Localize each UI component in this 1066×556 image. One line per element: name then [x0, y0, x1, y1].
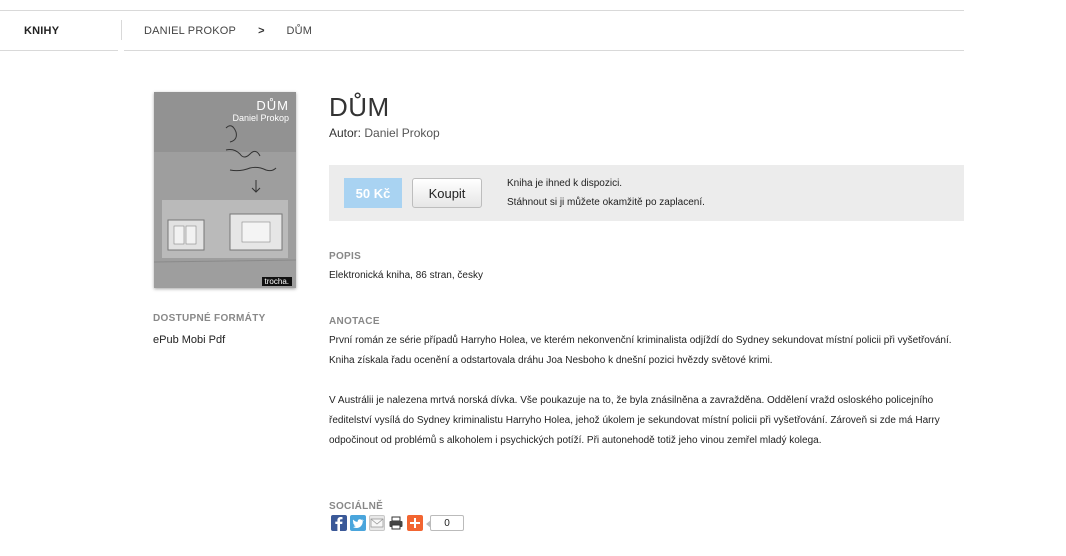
mail-icon[interactable]	[369, 515, 385, 531]
annotation-paragraph-2: V Austrálii je nalezena mrtvá norská dív…	[329, 395, 940, 446]
breadcrumb-divider	[124, 50, 964, 51]
author-line: Autor: Daniel Prokop	[329, 126, 440, 140]
formats-list: ePub Mobi Pdf	[153, 334, 226, 346]
cover-title: DŮM	[256, 98, 289, 113]
annotation-label: ANOTACE	[329, 316, 380, 327]
formats-label: DOSTUPNÉ FORMÁTY	[153, 313, 266, 324]
description-text: Elektronická kniha, 86 stran, česky	[329, 270, 483, 281]
print-icon[interactable]	[388, 515, 404, 531]
purchase-box: 50 Kč Koupit Kniha je ihned k dispozici.…	[329, 165, 964, 221]
annotation-paragraph-1: První román ze série případů Harryho Hol…	[329, 335, 952, 366]
download-info-text: Stáhnout si ji můžete okamžitě po zaplac…	[507, 197, 705, 208]
cover-author: Daniel Prokop	[232, 113, 289, 123]
nav-home-link[interactable]: KNIHY	[24, 25, 59, 37]
share-plus-icon[interactable]	[407, 515, 423, 531]
availability-text: Kniha je ihned k dispozici.	[507, 178, 623, 189]
share-count: 0	[426, 515, 464, 531]
nav-home-divider	[0, 50, 118, 51]
twitter-icon[interactable]	[350, 515, 366, 531]
author-label: Autor:	[329, 126, 362, 140]
facebook-icon[interactable]	[331, 515, 347, 531]
nav-divider	[121, 20, 122, 40]
breadcrumb: DANIEL PROKOP > DŮM	[144, 25, 312, 37]
book-title: DŮM	[329, 92, 390, 122]
breadcrumb-book-link[interactable]: DŮM	[287, 25, 313, 37]
social-share-bar: 0	[331, 515, 464, 531]
breadcrumb-separator: >	[258, 25, 265, 37]
cover-publisher-logo: trocha.	[261, 277, 292, 286]
price-badge: 50 Kč	[344, 178, 402, 208]
author-link[interactable]: Daniel Prokop	[364, 126, 439, 140]
buy-button[interactable]: Koupit	[412, 178, 482, 208]
description-label: POPIS	[329, 251, 362, 262]
top-border	[0, 10, 964, 11]
breadcrumb-author-link[interactable]: DANIEL PROKOP	[144, 25, 236, 37]
social-label: SOCIÁLNĚ	[329, 501, 384, 512]
book-cover-image: DŮM Daniel Prokop trocha.	[154, 92, 296, 288]
